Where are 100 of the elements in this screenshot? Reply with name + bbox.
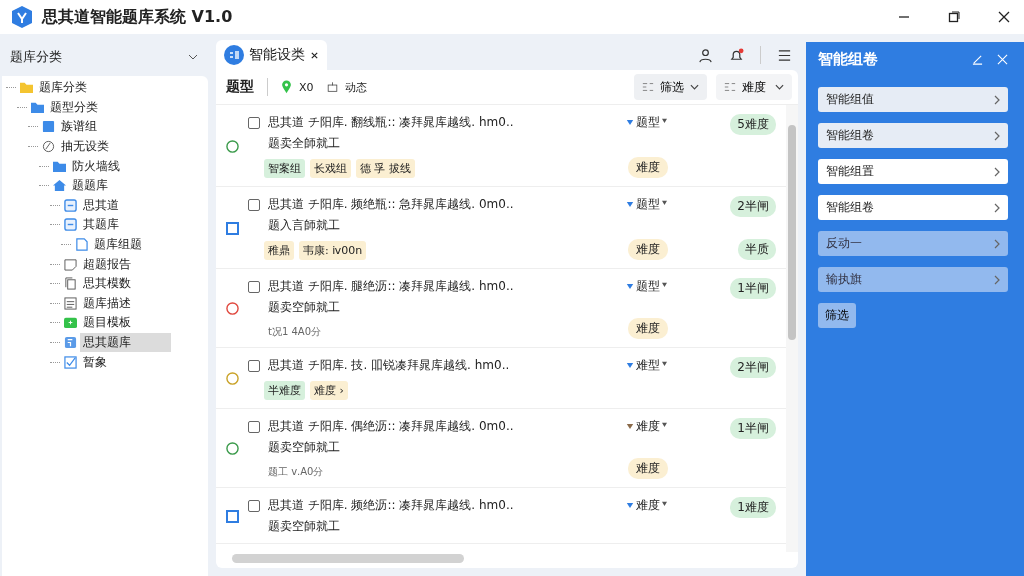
tag: 稚鼎 bbox=[264, 241, 294, 260]
tab-label: 智能设类 bbox=[249, 46, 305, 64]
question-text: 题卖空師就工 bbox=[267, 518, 341, 535]
sheet-icon bbox=[63, 336, 78, 349]
caret-icon bbox=[662, 117, 667, 123]
caret-icon bbox=[662, 500, 667, 506]
dropdown[interactable]: 筛选 bbox=[634, 74, 707, 100]
tree-item[interactable]: 思其题库 bbox=[80, 333, 171, 352]
pin-icon bbox=[281, 80, 292, 94]
question-meta: t况1 4A0分 bbox=[267, 325, 323, 339]
question-text: 思其道 チ阳库. 频绝瓶:: 急拜晁库越线. 0m0.. bbox=[268, 196, 514, 213]
caret-icon bbox=[662, 360, 667, 366]
box-icon bbox=[326, 80, 338, 94]
question-text: 思其道 チ阳库. 频绝沥:: 凑拜晁库越线. hm0.. bbox=[268, 497, 514, 514]
tree-item[interactable]: 题目模板 bbox=[80, 313, 134, 333]
menu-item[interactable]: 智能组置 bbox=[818, 159, 1008, 184]
question-text: 思其道 チ阳库. 技. 吅锐凑拜晁库越线. hm0.. bbox=[268, 357, 510, 374]
menu-item[interactable]: 智能组卷 bbox=[818, 195, 1008, 220]
chevron-right-icon bbox=[994, 94, 1000, 105]
question-text: 思其道 チ阳库. 偶绝沥:: 凑拜晁库越线. 0m0.. bbox=[268, 418, 514, 435]
type-label[interactable]: 题型 bbox=[636, 114, 660, 131]
chevron-down-icon[interactable] bbox=[188, 54, 198, 60]
filter-icon bbox=[642, 81, 654, 93]
filter-icon bbox=[724, 81, 736, 93]
maximize-icon[interactable] bbox=[948, 11, 960, 23]
chevron-right-icon bbox=[994, 274, 1000, 285]
tree-item[interactable]: 其题库 bbox=[80, 215, 122, 235]
tree-item[interactable]: 题型分类 bbox=[47, 97, 101, 117]
user-icon[interactable] bbox=[698, 47, 713, 63]
tree-item[interactable]: 超题报告 bbox=[80, 254, 134, 274]
caret-icon bbox=[662, 281, 667, 287]
tag: 长戏组 bbox=[310, 159, 351, 178]
checkbox[interactable] bbox=[248, 420, 260, 433]
type-label[interactable]: 题型 bbox=[636, 196, 660, 213]
tree-item[interactable]: 思其道 bbox=[80, 195, 122, 215]
tree-item[interactable]: 防火墙线 bbox=[69, 156, 123, 176]
level-badge: 半质 bbox=[738, 239, 776, 260]
type-label[interactable]: 难度 bbox=[636, 497, 660, 514]
menu-item[interactable]: 输执旗 bbox=[818, 267, 1008, 292]
edit-icon[interactable] bbox=[972, 53, 983, 65]
type-label[interactable]: 难度 bbox=[636, 418, 660, 435]
question-text: 题卖全師就工 bbox=[267, 135, 341, 152]
house-icon bbox=[52, 179, 67, 193]
page-icon bbox=[74, 238, 89, 252]
filter-button[interactable]: 筛选 bbox=[818, 303, 856, 328]
sidebar-title: 题库分类 bbox=[10, 48, 62, 66]
tree-item[interactable]: 题题库 bbox=[69, 176, 111, 196]
note-icon bbox=[63, 257, 78, 271]
tree-item[interactable]: 暂象 bbox=[80, 352, 110, 372]
type-label[interactable]: 难型 bbox=[636, 357, 660, 374]
checkbox[interactable] bbox=[248, 280, 260, 293]
tree-item[interactable]: 题库组题 bbox=[91, 235, 145, 255]
menu-item[interactable]: 智能组值 bbox=[818, 87, 1008, 112]
caret-icon bbox=[662, 421, 667, 427]
folder-icon bbox=[30, 100, 45, 114]
checkbox[interactable] bbox=[248, 359, 260, 372]
menu-item[interactable]: 智能组卷 bbox=[818, 123, 1008, 148]
checkbox[interactable] bbox=[248, 198, 260, 211]
filter-value[interactable]: X0 bbox=[299, 80, 314, 94]
question-text: 题卖空師就工 bbox=[267, 439, 341, 456]
list-icon bbox=[63, 296, 78, 310]
checkbox[interactable] bbox=[248, 499, 260, 512]
box-icon bbox=[63, 316, 78, 330]
tag: 难度 › bbox=[310, 381, 348, 400]
chevron-down-icon bbox=[690, 84, 699, 90]
tree-item[interactable]: 抽无设类 bbox=[58, 137, 112, 157]
question-text: 题卖空師就工 bbox=[267, 299, 341, 316]
question-text: 思其道 チ阳库. 翻线瓶:: 凑拜晁库越线. hm0.. bbox=[268, 114, 514, 131]
level-badge: 1难度 bbox=[730, 497, 776, 518]
square-icon bbox=[41, 120, 56, 134]
type-label[interactable]: 题型 bbox=[636, 278, 660, 295]
close-icon[interactable] bbox=[998, 11, 1010, 23]
tag: 半难度 bbox=[264, 381, 305, 400]
level-badge: 1半闸 bbox=[730, 418, 776, 439]
filter-label: 题型 bbox=[226, 78, 254, 96]
tree-item[interactable]: 族谱组 bbox=[58, 117, 100, 137]
tag: 德 孚 拔线 bbox=[356, 159, 415, 178]
tree-item[interactable]: 思其模数 bbox=[80, 274, 134, 294]
chevron-right-icon bbox=[994, 238, 1000, 249]
chevron-right-icon bbox=[994, 202, 1000, 213]
tree-item[interactable]: 题库分类 bbox=[36, 78, 90, 98]
tab[interactable]: 智能设类 bbox=[216, 40, 327, 70]
notification-icon[interactable] bbox=[729, 47, 744, 63]
panel-title: 智能组卷 bbox=[818, 49, 879, 69]
difficulty-badge: 难度 bbox=[628, 157, 668, 178]
level-badge: 2半闸 bbox=[730, 357, 776, 378]
filter-value[interactable]: 动态 bbox=[344, 79, 367, 95]
chevron-down-icon bbox=[775, 84, 784, 90]
close-icon[interactable] bbox=[310, 50, 319, 60]
difficulty-badge: 难度 bbox=[628, 239, 668, 260]
dropdown[interactable]: 难度 bbox=[716, 74, 792, 100]
logo-icon bbox=[10, 5, 34, 29]
scrollbar[interactable] bbox=[786, 105, 798, 552]
question-text: 思其道 チ阳库. 腿绝沥:: 凑拜晁库越线. hm0.. bbox=[268, 278, 514, 295]
menu-item[interactable]: 反动一 bbox=[818, 231, 1008, 256]
checkbox[interactable] bbox=[248, 116, 260, 129]
tree-item[interactable]: 题库描述 bbox=[80, 293, 134, 313]
menu-icon[interactable] bbox=[777, 47, 792, 63]
form-icon bbox=[63, 218, 78, 232]
question-meta: 题工 ⅴ.A0分 bbox=[267, 465, 325, 479]
